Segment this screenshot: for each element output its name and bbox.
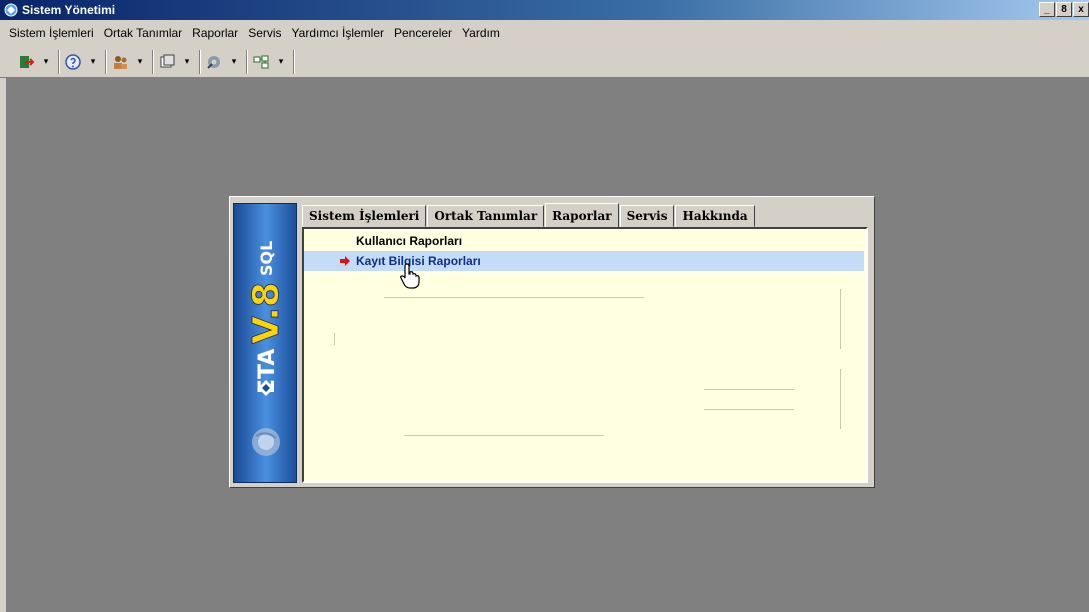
menu-sistem-islemleri[interactable]: Sistem İşlemleri (4, 26, 99, 40)
eta-logo: ETA V.8 SQL (234, 204, 296, 482)
tab-hakkinda[interactable]: Hakkında (675, 205, 755, 227)
reports-panel: Kullanıcı Raporları Kayıt Bilgisi Raporl… (302, 227, 868, 483)
system-dialog: ETA V.8 SQL Sistem İşlemleri Ortak Tanım… (229, 196, 875, 488)
toolbar-group-login: ▾ (16, 49, 59, 74)
menu-yardimci-islemler[interactable]: Yardımcı İşlemler (287, 26, 389, 40)
svg-text:V.8: V.8 (246, 282, 287, 344)
tools-dropdown[interactable]: ▾ (228, 52, 240, 72)
toolbar-group-users: ▾ (110, 49, 153, 74)
toolbar-group-database: ▾ (157, 49, 200, 74)
menu-yardim[interactable]: Yardım (457, 26, 505, 40)
list-item-kayit-bilgisi-raporlari[interactable]: Kayıt Bilgisi Raporları (304, 251, 864, 271)
users-dropdown[interactable]: ▾ (134, 52, 146, 72)
minimize-button[interactable]: _ (1039, 2, 1055, 17)
app-icon (4, 3, 18, 17)
hand-cursor-icon (400, 263, 420, 289)
faint-line (704, 389, 794, 390)
windows-dropdown[interactable]: ▾ (275, 52, 287, 72)
list-item-kullanici-raporlari[interactable]: Kullanıcı Raporları (304, 231, 864, 251)
list-item-label: Kullanıcı Raporları (356, 234, 463, 248)
users-icon[interactable] (110, 52, 130, 72)
tab-ortak-tanimlar[interactable]: Ortak Tanımlar (427, 205, 545, 227)
window-controls: _ 8 x (1038, 2, 1089, 17)
tab-raporlar[interactable]: Raporlar (545, 203, 619, 227)
brand-strip: ETA V.8 SQL (233, 203, 297, 483)
menu-pencereler[interactable]: Pencereler (389, 26, 457, 40)
toolbar-group-tools: ▾ (204, 49, 247, 74)
faint-line (840, 289, 841, 349)
faint-line (404, 435, 604, 436)
help-dropdown[interactable]: ▾ (87, 52, 99, 72)
menu-ortak-tanimlar[interactable]: Ortak Tanımlar (99, 26, 187, 40)
login-icon[interactable] (16, 52, 36, 72)
toolbar-group-windows: ▾ (251, 49, 294, 74)
faint-line (704, 409, 794, 410)
windows-icon[interactable] (251, 52, 271, 72)
toolbar: ▾ ▾ ▾ ▾ ▾ ▾ (0, 46, 1089, 78)
menu-servis[interactable]: Servis (243, 26, 286, 40)
database-dropdown[interactable]: ▾ (181, 52, 193, 72)
window-title: Sistem Yönetimi (22, 3, 116, 17)
menu-raporlar[interactable]: Raporlar (187, 26, 243, 40)
close-button[interactable]: x (1073, 2, 1089, 17)
restore-button[interactable]: 8 (1056, 2, 1072, 17)
toolbar-group-help: ▾ (63, 49, 106, 74)
tab-sistem-islemleri[interactable]: Sistem İşlemleri (302, 205, 427, 227)
svg-text:SQL: SQL (257, 241, 276, 276)
faint-line (840, 369, 841, 429)
selected-marker-icon (338, 256, 352, 266)
title-bar[interactable]: Sistem Yönetimi _ 8 x (0, 0, 1089, 20)
tools-icon[interactable] (204, 52, 224, 72)
faint-line (384, 297, 644, 298)
database-icon[interactable] (157, 52, 177, 72)
menu-bar: Sistem İşlemleri Ortak Tanımlar Raporlar… (0, 20, 1089, 46)
tab-servis[interactable]: Servis (619, 205, 675, 227)
login-dropdown[interactable]: ▾ (40, 52, 52, 72)
help-icon[interactable] (63, 52, 83, 72)
tab-strip: Sistem İşlemleri Ortak Tanımlar Raporlar… (302, 203, 756, 227)
faint-line (334, 333, 335, 345)
